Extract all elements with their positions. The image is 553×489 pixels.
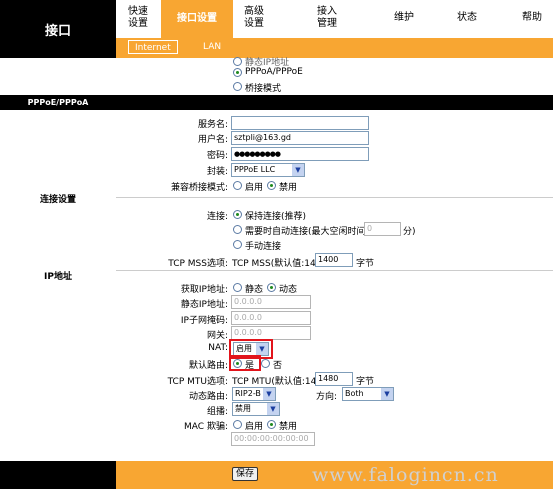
subnet-mask-label: IP子网掩码: [180, 316, 228, 326]
dynamic-route-value: RIP2-B [235, 389, 261, 398]
tcp-mtu-input[interactable]: 1480 [315, 372, 353, 386]
mac-disable-label: 禁用 [279, 422, 298, 432]
radio-static-ip-mode[interactable] [233, 57, 242, 66]
multicast-value: 禁用 [235, 404, 251, 413]
bridge-compat-disable-label: 禁用 [279, 183, 298, 193]
bridge-compat-enable-label: 启用 [245, 183, 264, 193]
dynamic-route-label: 动态路由: [188, 392, 228, 402]
gateway-input[interactable]: 0.0.0.0 [231, 326, 311, 340]
highlight-default-route [229, 355, 261, 371]
radio-bridge-compat-disable[interactable] [267, 181, 276, 190]
tcp-mss-input[interactable]: 1400 [315, 253, 353, 267]
divider [116, 197, 553, 198]
footer-left [0, 461, 116, 489]
service-name-label: 服务名: [197, 120, 228, 130]
multicast-select[interactable]: 禁用 ▼ [232, 402, 280, 416]
static-ip-label: 静态IP地址: [180, 300, 228, 310]
static-ip-input[interactable]: 0.0.0.0 [231, 295, 311, 309]
divider [116, 270, 553, 271]
chevron-down-icon: ▼ [381, 388, 393, 400]
username-label: 用户名: [197, 135, 228, 145]
encapsulation-value: PPPoE LLC [234, 165, 276, 174]
main-nav: 快速 设置 接口设置 高级 设置 接入 管理 维护 状态 帮助 [116, 0, 553, 38]
connection-label: 连接: [206, 212, 228, 222]
section-label-connection: 连接设置 [39, 195, 76, 205]
header: 接口 快速 设置 接口设置 高级 设置 接入 管理 维护 状态 帮助 Inter… [0, 0, 553, 58]
multicast-label: 组播: [206, 407, 228, 417]
watermark: www.falogincn.cn [312, 464, 499, 486]
password-label: 密码: [206, 151, 228, 161]
radio-bridge-compat-enable[interactable] [233, 181, 242, 190]
sub-nav: Internet LAN [116, 38, 553, 58]
gateway-label: 网关: [206, 331, 228, 341]
radio-pppoe-mode[interactable] [233, 68, 242, 77]
nat-label: NAT: [208, 343, 228, 353]
brand-title: 接口 [0, 0, 116, 58]
on-demand-label: 需要时自动连接(最大空闲时间 [245, 227, 366, 237]
mac-spoof-label: MAC 欺骗: [184, 422, 228, 432]
radio-mac-disable[interactable] [267, 420, 276, 429]
bridge-compat-label: 兼容桥接模式: [170, 183, 228, 193]
left-column: 连接设置 IP地址 [0, 58, 116, 461]
radio-ip-static[interactable] [233, 283, 242, 292]
nav-status[interactable]: 状态 [457, 12, 477, 24]
username-input[interactable]: sztpli@163.gd [231, 131, 369, 145]
section-title-pppoe: PPPoE/PPPoA [27, 98, 89, 107]
nav-help[interactable]: 帮助 [522, 12, 542, 24]
mac-enable-label: 启用 [245, 422, 264, 432]
chevron-down-icon: ▼ [263, 388, 275, 400]
nav-quick-setup[interactable]: 快速 设置 [128, 6, 148, 30]
radio-keep-alive[interactable] [233, 210, 242, 219]
default-route-label: 默认路由: [188, 361, 228, 371]
tcp-mss-unit: 字节 [356, 259, 375, 269]
tab-lan[interactable]: LAN [197, 40, 227, 54]
radio-on-demand[interactable] [233, 225, 242, 234]
section-bar: PPPoE/PPPoA [0, 95, 553, 110]
radio-default-route-no[interactable] [261, 359, 270, 368]
direction-value: Both [345, 389, 364, 398]
nav-advanced-setup[interactable]: 高级 设置 [244, 6, 264, 30]
pppoe-mode-label: PPPoA/PPPoE [245, 67, 303, 77]
nav-access-management[interactable]: 接入 管理 [317, 6, 337, 30]
manual-label: 手动连接 [245, 242, 282, 252]
subnet-mask-input[interactable]: 0.0.0.0 [231, 311, 311, 325]
bridge-mode-label: 桥接模式 [245, 84, 282, 94]
ip-dynamic-label: 动态 [279, 285, 298, 295]
tab-internet[interactable]: Internet [128, 40, 178, 54]
idle-minutes-label: 分) [403, 227, 416, 237]
tcp-mss-label: TCP MSS选项: [168, 259, 228, 269]
password-input[interactable]: ●●●●●●●●● [231, 147, 369, 161]
encapsulation-select[interactable]: PPPoE LLC ▼ [231, 163, 305, 177]
keep-alive-label: 保持连接(推荐) [245, 212, 307, 222]
default-route-no-label: 否 [273, 361, 283, 371]
nav-maintenance[interactable]: 维护 [394, 12, 414, 24]
direction-select[interactable]: Both ▼ [342, 387, 394, 401]
nav-interface-setup[interactable]: 接口设置 [161, 0, 233, 38]
idle-time-input[interactable]: 0 [364, 222, 401, 236]
mac-address-input[interactable]: 00:00:00:00:00:00 [231, 432, 315, 446]
get-ip-label: 获取IP地址: [180, 285, 228, 295]
radio-manual[interactable] [233, 240, 242, 249]
tcp-mtu-unit: 字节 [356, 377, 375, 387]
tcp-mtu-label: TCP MTU选项: [167, 377, 228, 387]
radio-bridge-mode[interactable] [233, 82, 242, 91]
save-button[interactable]: 保存 [232, 467, 258, 481]
section-label-ip: IP地址 [44, 272, 72, 282]
radio-ip-dynamic[interactable] [267, 283, 276, 292]
direction-label: 方向: [316, 392, 338, 402]
encapsulation-label: 封装: [206, 167, 228, 177]
dynamic-route-select[interactable]: RIP2-B ▼ [232, 387, 276, 401]
ip-static-label: 静态 [245, 285, 264, 295]
radio-mac-enable[interactable] [233, 420, 242, 429]
chevron-down-icon: ▼ [267, 403, 279, 415]
service-name-input[interactable] [231, 116, 369, 130]
chevron-down-icon: ▼ [292, 164, 304, 176]
